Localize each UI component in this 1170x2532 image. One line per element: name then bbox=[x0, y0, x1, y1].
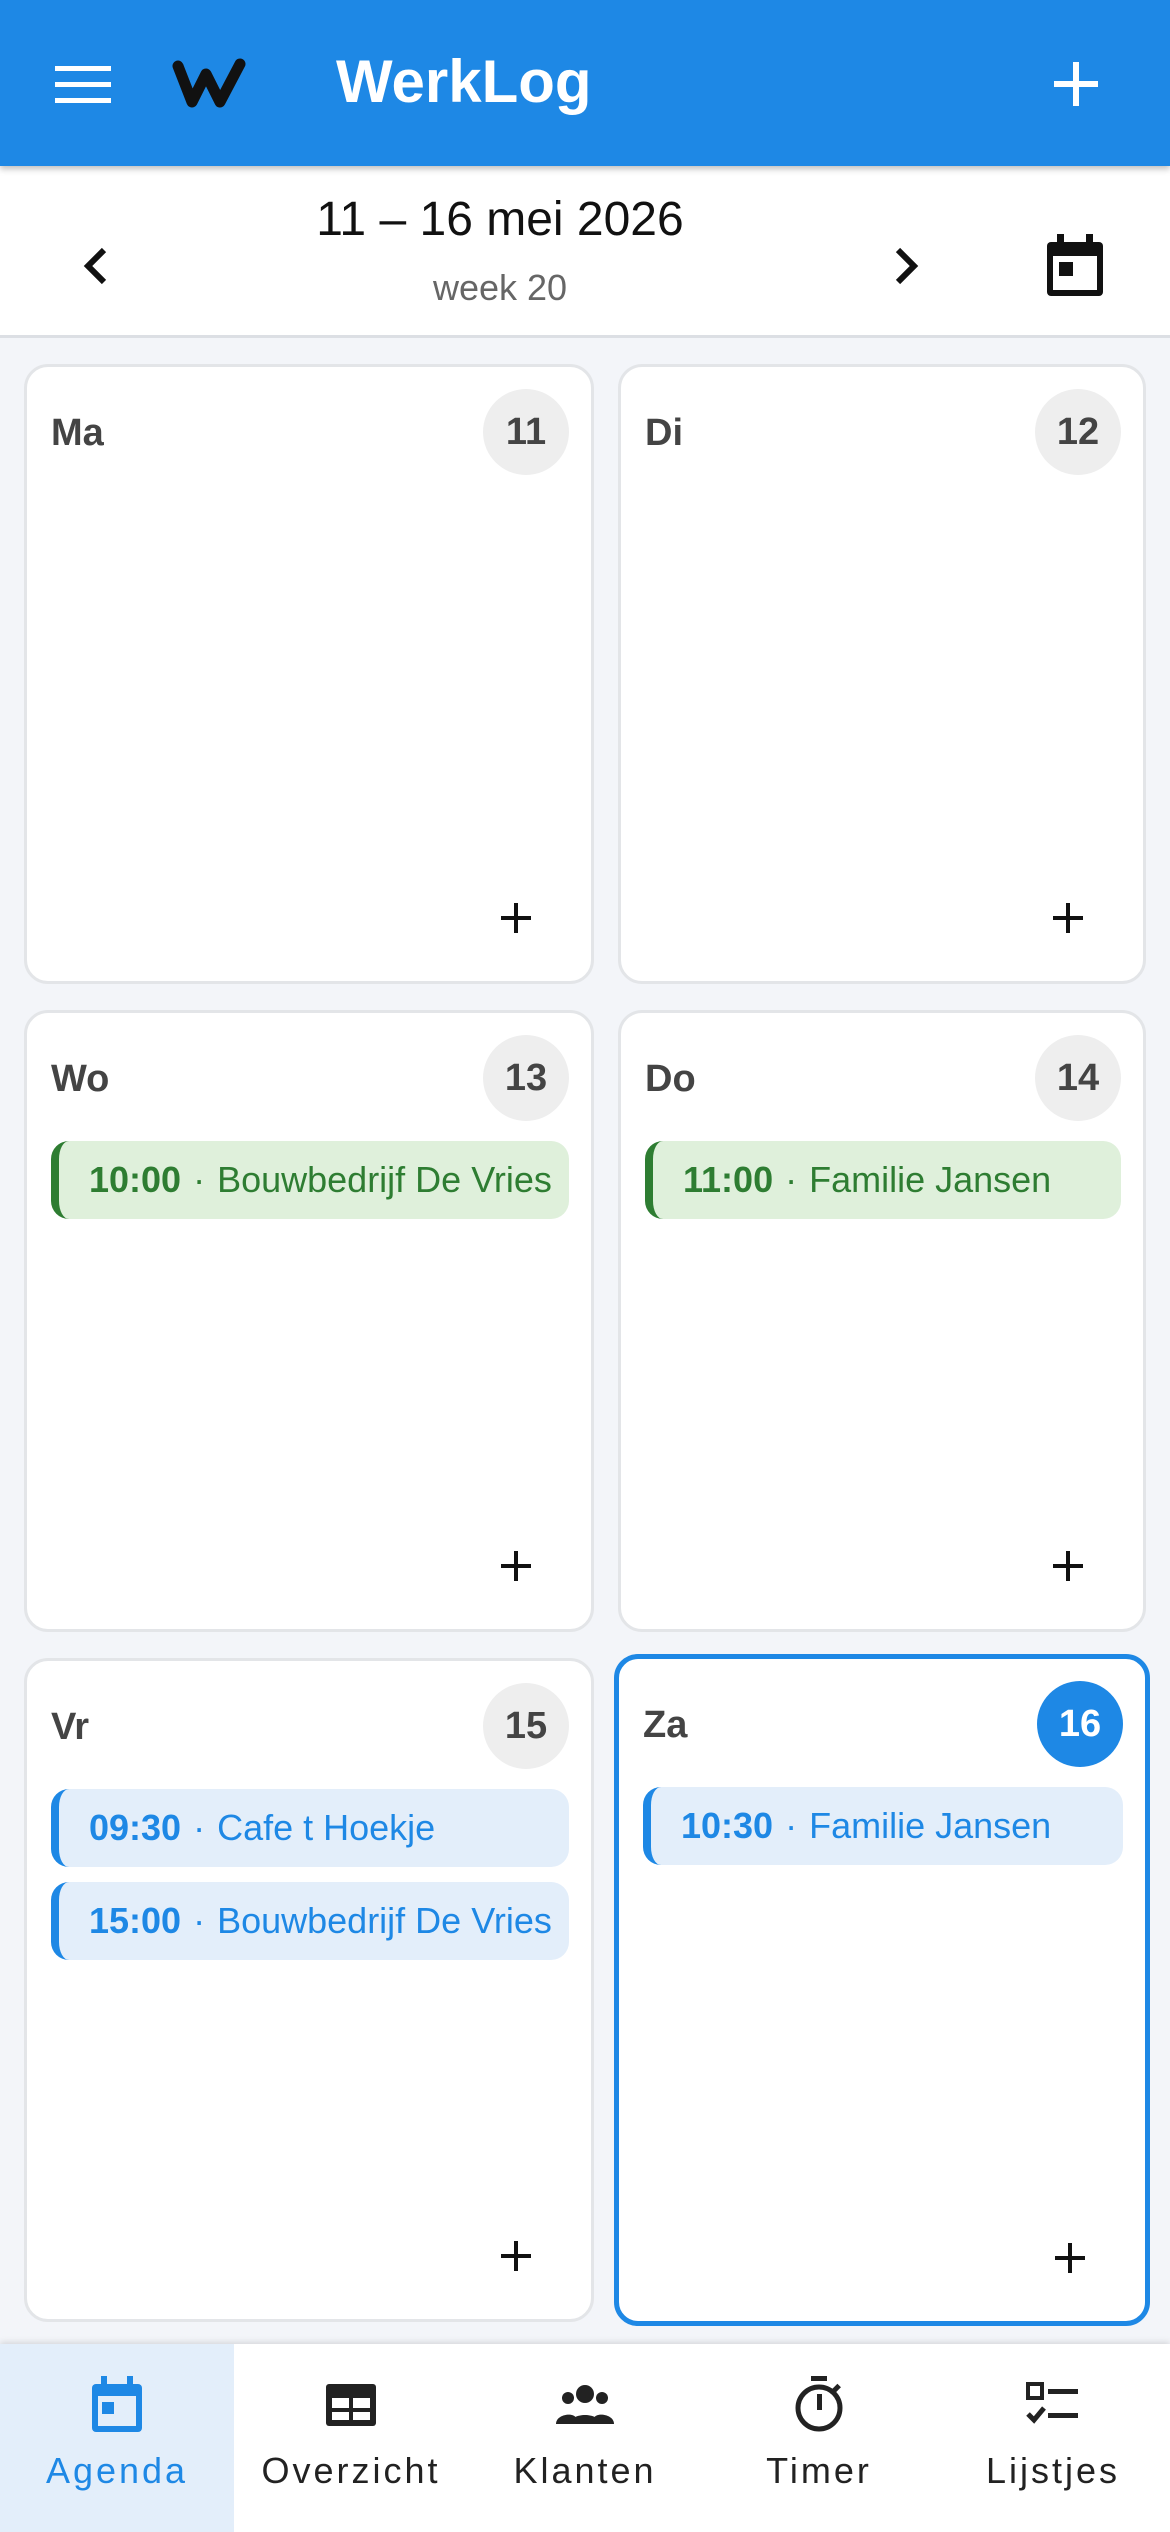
add-button[interactable] bbox=[1036, 44, 1116, 124]
appointment-entry[interactable]: 09:30 · Cafe t Hoekje bbox=[51, 1789, 569, 1867]
next-week-button[interactable] bbox=[872, 216, 942, 316]
chevron-left-icon bbox=[83, 247, 107, 285]
add-entry-button[interactable] bbox=[481, 2221, 551, 2291]
nav-item-timer[interactable]: Timer bbox=[702, 2344, 936, 2532]
calendar-icon bbox=[1047, 234, 1103, 296]
plus-icon bbox=[1053, 903, 1083, 933]
day-name: Vr bbox=[51, 1706, 90, 1748]
plus-icon bbox=[501, 903, 531, 933]
plus-icon bbox=[501, 1551, 531, 1581]
nav-item-klanten[interactable]: Klanten bbox=[468, 2344, 702, 2532]
nav-label: Lijstjes bbox=[985, 2450, 1121, 2491]
timer-icon bbox=[795, 2376, 843, 2432]
plus-icon bbox=[1053, 1551, 1083, 1581]
week-grid: Ma 11 Di 12 Wo 13 10:00 · Bouwbedrijf De V… bbox=[0, 338, 1170, 2344]
entry-time: 11:00 bbox=[683, 1159, 774, 1200]
add-entry-button[interactable] bbox=[1033, 1531, 1103, 1601]
app-bar: WerkLog bbox=[0, 0, 1170, 166]
plus-icon bbox=[501, 2241, 531, 2271]
appointment-entry[interactable]: 10:00 · Bouwbedrijf De Vries bbox=[51, 1141, 569, 1219]
entry-time: 10:30 bbox=[681, 1805, 774, 1846]
entry-client: Familie Jansen bbox=[809, 1159, 1052, 1200]
nav-label: Timer bbox=[766, 2450, 872, 2491]
day-name: Di bbox=[645, 412, 683, 454]
day-card[interactable]: Wo 13 10:00 · Bouwbedrijf De Vries bbox=[24, 1010, 594, 1632]
plus-icon bbox=[1054, 62, 1098, 106]
nav-label: Agenda bbox=[45, 2450, 189, 2491]
day-number: 13 bbox=[483, 1035, 569, 1121]
entry-separator: · bbox=[785, 1805, 798, 1846]
entry-list: 11:00 · Familie Jansen bbox=[645, 1141, 1121, 1234]
date-picker-button[interactable] bbox=[1030, 216, 1120, 316]
chevron-right-icon bbox=[895, 247, 919, 285]
day-number: 14 bbox=[1035, 1035, 1121, 1121]
menu-button[interactable] bbox=[40, 44, 126, 124]
day-name: Wo bbox=[51, 1058, 110, 1100]
entry-separator: · bbox=[193, 1159, 206, 1200]
appointment-entry[interactable]: 15:00 · Bouwbedrijf De Vries bbox=[51, 1882, 569, 1960]
nav-item-overzicht[interactable]: Overzicht bbox=[234, 2344, 468, 2532]
day-card-today[interactable]: Za 16 10:30 · Familie Jansen bbox=[614, 1654, 1150, 2326]
calendar-icon bbox=[92, 2376, 142, 2432]
plus-icon bbox=[1055, 2243, 1085, 2273]
appointment-entry[interactable]: 11:00 · Familie Jansen bbox=[645, 1141, 1121, 1219]
entry-client: Cafe t Hoekje bbox=[217, 1807, 436, 1848]
day-card[interactable]: Di 12 bbox=[618, 364, 1146, 984]
add-entry-button[interactable] bbox=[1035, 2223, 1105, 2293]
table-icon bbox=[326, 2384, 376, 2426]
add-entry-button[interactable] bbox=[1033, 883, 1103, 953]
day-number: 12 bbox=[1035, 389, 1121, 475]
entry-time: 15:00 bbox=[89, 1900, 182, 1941]
nav-label: Overzicht bbox=[261, 2450, 441, 2491]
entry-list: 10:30 · Familie Jansen bbox=[643, 1787, 1123, 1880]
nav-item-agenda[interactable]: Agenda bbox=[0, 2344, 234, 2532]
entry-time: 09:30 bbox=[89, 1807, 182, 1848]
entry-separator: · bbox=[193, 1807, 206, 1848]
day-name: Ma bbox=[51, 412, 104, 454]
day-card[interactable]: Do 14 11:00 · Familie Jansen bbox=[618, 1010, 1146, 1632]
day-card[interactable]: Ma 11 bbox=[24, 364, 594, 984]
entry-client: Bouwbedrijf De Vries bbox=[217, 1159, 552, 1200]
entry-list: 10:00 · Bouwbedrijf De Vries bbox=[51, 1141, 569, 1234]
nav-label: Klanten bbox=[513, 2450, 657, 2491]
week-range: 11 – 16 mei 2026 bbox=[316, 193, 684, 246]
add-entry-button[interactable] bbox=[481, 1531, 551, 1601]
nav-item-lijstjes[interactable]: Lijstjes bbox=[936, 2344, 1170, 2532]
day-card[interactable]: Vr 15 09:30 · Cafe t Hoekje 15:00 · Bouwbedri… bbox=[24, 1658, 594, 2322]
entry-time: 10:00 bbox=[89, 1159, 182, 1200]
entry-list: 09:30 · Cafe t Hoekje 15:00 · Bouwbedrijf De … bbox=[51, 1789, 569, 1975]
previous-week-button[interactable] bbox=[60, 216, 130, 316]
day-number: 15 bbox=[483, 1683, 569, 1769]
entry-separator: · bbox=[193, 1900, 206, 1941]
people-icon bbox=[556, 2385, 614, 2424]
week-number: week 20 bbox=[432, 267, 568, 308]
app-logo bbox=[172, 52, 252, 114]
entry-client: Bouwbedrijf De Vries bbox=[217, 1900, 552, 1941]
add-entry-button[interactable] bbox=[481, 883, 551, 953]
entry-client: Familie Jansen bbox=[809, 1805, 1052, 1846]
app-title: WerkLog bbox=[336, 48, 592, 115]
week-navigation: 11 – 16 mei 2026 week 20 bbox=[0, 166, 1170, 338]
entry-separator: · bbox=[785, 1159, 798, 1200]
day-number: 11 bbox=[483, 389, 569, 475]
checklist-icon bbox=[1026, 2382, 1078, 2424]
appointment-entry[interactable]: 10:30 · Familie Jansen bbox=[643, 1787, 1123, 1865]
hamburger-menu-icon bbox=[55, 66, 111, 103]
bottom-navigation: Agenda Overzicht Klanten Timer Lijstjes bbox=[0, 2344, 1170, 2532]
day-name: Za bbox=[643, 1704, 688, 1746]
day-number: 16 bbox=[1037, 1681, 1123, 1767]
day-name: Do bbox=[645, 1058, 696, 1100]
